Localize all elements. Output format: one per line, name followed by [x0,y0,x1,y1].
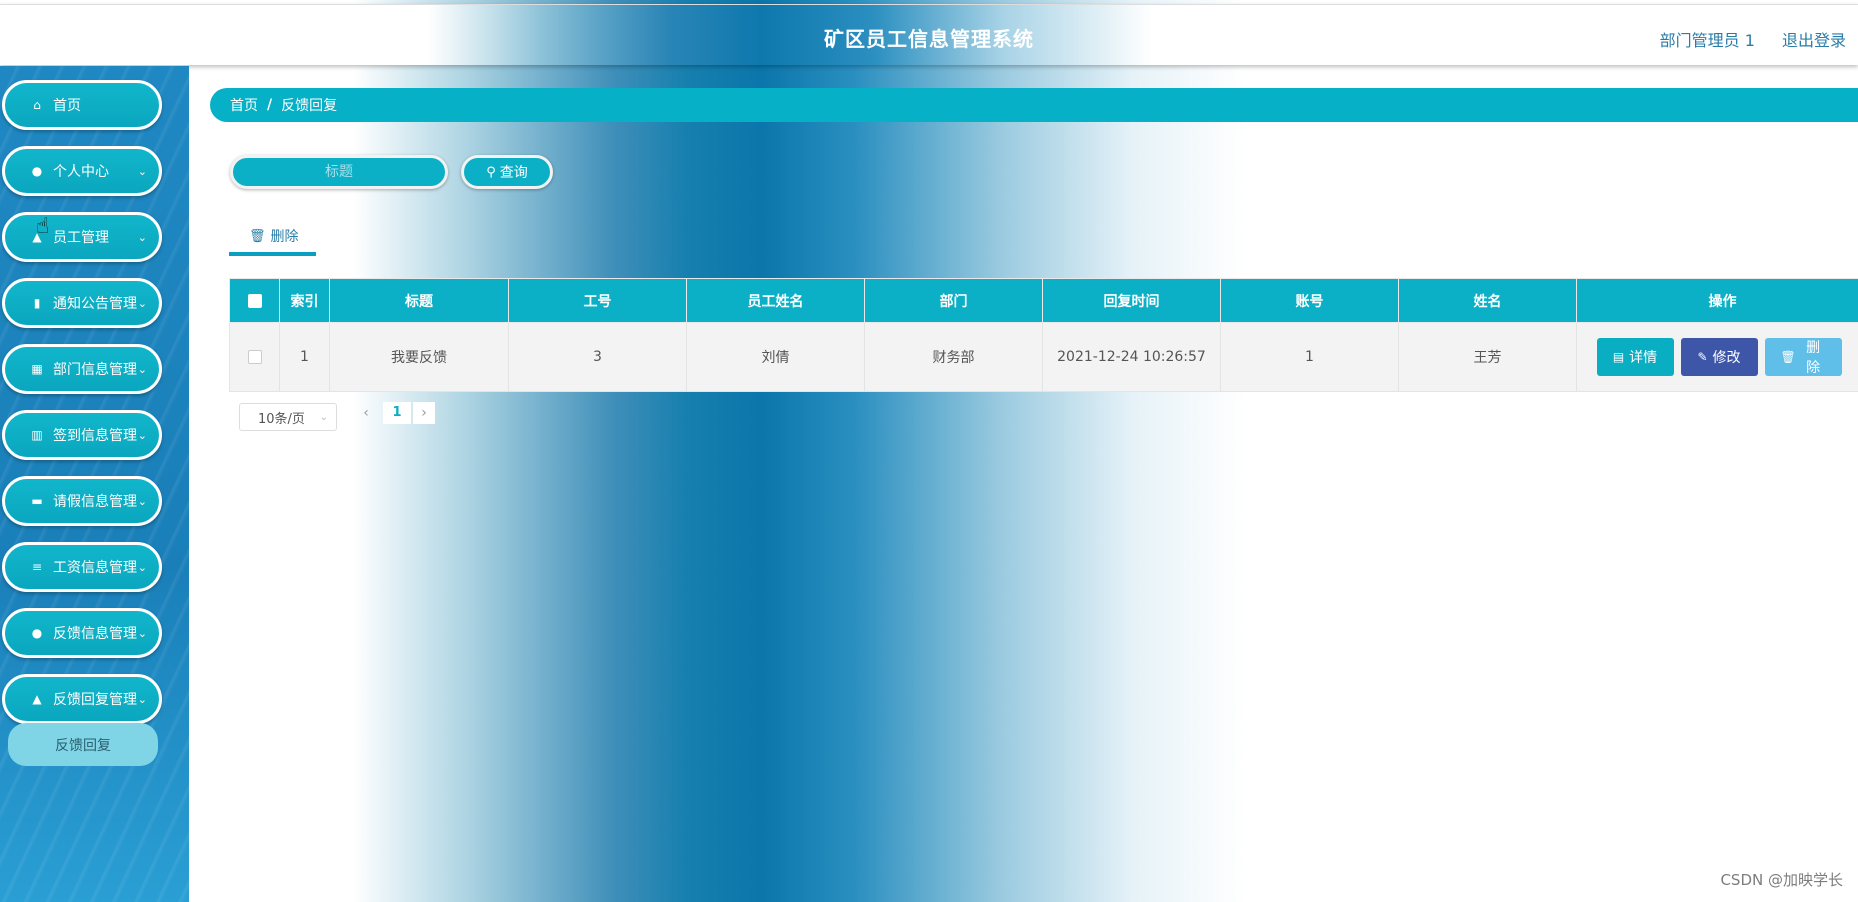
batch-delete-button[interactable]: 🗑 删除 [229,220,316,256]
cell-actions: ▤ 详情 ✎ 修改 🗑 删除 [1576,322,1858,392]
sidebar-item-employee-management[interactable]: ▲ 员工管理 ⌄ [2,212,162,262]
column-header-index: 索引 [279,278,330,323]
sidebar-item-feedback-management[interactable]: ● 反馈信息管理 ⌄ [2,608,162,658]
chevron-down-icon: ⌄ [137,362,147,376]
sidebar-item-home[interactable]: ⌂ 首页 [2,80,162,130]
column-header-employee-name: 员工姓名 [686,278,865,323]
column-header-title: 标题 [329,278,509,323]
clipboard-icon: ▮ [33,296,41,310]
sliders-icon: ≡ [31,560,43,574]
delete-button[interactable]: 🗑 删除 [1764,338,1842,376]
table-row: 1 我要反馈 3 刘倩 财务部 2021-12-24 10:26:57 1 王芳… [229,322,1858,392]
person-icon: ▲ [32,692,42,706]
sidebar-item-label: 工资信息管理 [53,560,137,576]
sidebar-item-label: 部门信息管理 [53,362,137,378]
chevron-down-icon: ⌄ [137,494,147,508]
sidebar-item-signin-management[interactable]: ▥ 签到信息管理 ⌄ [2,410,162,460]
sidebar-item-notice-management[interactable]: ▮ 通知公告管理 ⌄ [2,278,162,328]
chevron-down-icon: ⌄ [137,230,147,244]
home-icon: ⌂ [33,98,41,112]
document-icon: ▤ [1612,350,1625,364]
prev-page-button[interactable]: ‹ [355,402,377,424]
edit-button-label: 修改 [1712,350,1741,366]
chevron-down-icon: ⌄ [137,164,147,178]
chevron-down-icon: ⌄ [137,296,147,310]
cell-index: 1 [279,322,330,392]
column-header-reply-time: 回复时间 [1042,278,1221,323]
breadcrumb-home[interactable]: 首页 [230,95,258,115]
chevron-down-icon: ⌄ [137,626,147,640]
breadcrumb: 首页 / 反馈回复 [210,88,1858,122]
select-all-cell [229,278,280,323]
chevron-down-icon: ⌄ [137,560,147,574]
column-header-account: 账号 [1220,278,1399,323]
bulb-icon: ● [31,626,43,640]
cell-employee-name: 刘倩 [686,322,865,392]
submenu-item-feedback-reply[interactable]: 反馈回复 [8,723,158,766]
table-header-row: 索引 标题 工号 员工姓名 部门 回复时间 账号 姓名 操作 [229,278,1858,323]
app-title: 矿区员工信息管理系统 [824,27,1034,51]
chevron-down-icon: ⌄ [319,411,328,423]
chevron-down-icon: ⌄ [137,692,147,706]
cell-title: 我要反馈 [329,322,509,392]
detail-button[interactable]: ▤ 详情 [1596,338,1674,376]
trash-icon: 🗑 [1780,350,1796,364]
grid-icon: ▦ [31,362,43,376]
column-header-name: 姓名 [1398,278,1577,323]
chevron-down-icon: ⌄ [137,428,147,442]
sidebar-item-label: 首页 [53,98,81,114]
sidebar-item-label: 个人中心 [53,164,109,180]
sidebar-item-label: 反馈信息管理 [53,626,137,642]
delete-button-label: 删除 [1806,340,1821,376]
breadcrumb-current: 反馈回复 [281,98,338,114]
sidebar-item-label: 通知公告管理 [53,296,137,312]
edit-button[interactable]: ✎ 修改 [1680,338,1758,376]
cell-name: 王芳 [1398,322,1577,392]
sidebar-item-department-management[interactable]: ▦ 部门信息管理 ⌄ [2,344,162,394]
sidebar-item-leave-management[interactable]: ▬ 请假信息管理 ⌄ [2,476,162,526]
user-icon: ● [31,164,43,178]
cell-department: 财务部 [864,322,1043,392]
top-header: 矿区员工信息管理系统 部门管理员 1 退出登录 [0,4,1858,65]
sidebar-item-feedback-reply-management[interactable]: ▲ 反馈回复管理 ⌄ [2,674,162,724]
column-header-actions: 操作 [1576,278,1858,323]
bar-chart-icon: ▥ [31,428,43,442]
detail-button-label: 详情 [1629,350,1658,366]
page-size-select[interactable]: 10条/页 ⌄ [239,403,337,431]
next-page-button[interactable]: › [413,402,435,424]
hand-cursor-icon: ☝ [36,214,50,239]
logout-link[interactable]: 退出登录 [1782,31,1846,50]
search-icon: ⚲ [486,164,496,180]
cell-account: 1 [1220,322,1399,392]
current-user-label[interactable]: 部门管理员 1 [1660,31,1755,50]
title-search-input[interactable] [230,155,448,189]
feedback-reply-table: 索引 标题 工号 员工姓名 部门 回复时间 账号 姓名 操作 1 我要反馈 3 … [229,278,1858,392]
header-user-area: 部门管理员 1 退出登录 [1660,27,1858,51]
sidebar: ⌂ 首页 ● 个人中心 ⌄ ▲ 员工管理 ⌄ ▮ 通知公告管理 ⌄ ▦ 部门信息… [0,66,189,902]
sidebar-item-label: 反馈回复管理 [53,692,137,708]
sidebar-item-personal-center[interactable]: ● 个人中心 ⌄ [2,146,162,196]
cell-reply-time: 2021-12-24 10:26:57 [1042,322,1221,392]
column-header-employee-no: 工号 [508,278,687,323]
sidebar-item-salary-management[interactable]: ≡ 工资信息管理 ⌄ [2,542,162,592]
briefcase-icon: ▬ [31,494,43,508]
batch-delete-label: 删除 [270,229,299,245]
query-button[interactable]: ⚲ 查询 [461,155,553,189]
page-number-1[interactable]: 1 [383,402,411,424]
watermark: CSDN @加映学长 [1720,871,1843,889]
column-header-department: 部门 [864,278,1043,323]
sidebar-item-label: 请假信息管理 [53,494,137,510]
pencil-icon: ✎ [1697,350,1708,364]
sidebar-item-label: 签到信息管理 [53,428,137,444]
cell-employee-no: 3 [508,322,687,392]
row-select-cell [229,322,280,392]
breadcrumb-separator: / [267,97,273,113]
page-size-value: 10条/页 [258,411,305,427]
select-all-checkbox[interactable] [247,293,262,308]
query-button-label: 查询 [499,165,528,181]
sidebar-item-label: 员工管理 [53,230,109,246]
trash-icon: 🗑 [249,228,266,244]
row-checkbox[interactable] [247,350,262,364]
